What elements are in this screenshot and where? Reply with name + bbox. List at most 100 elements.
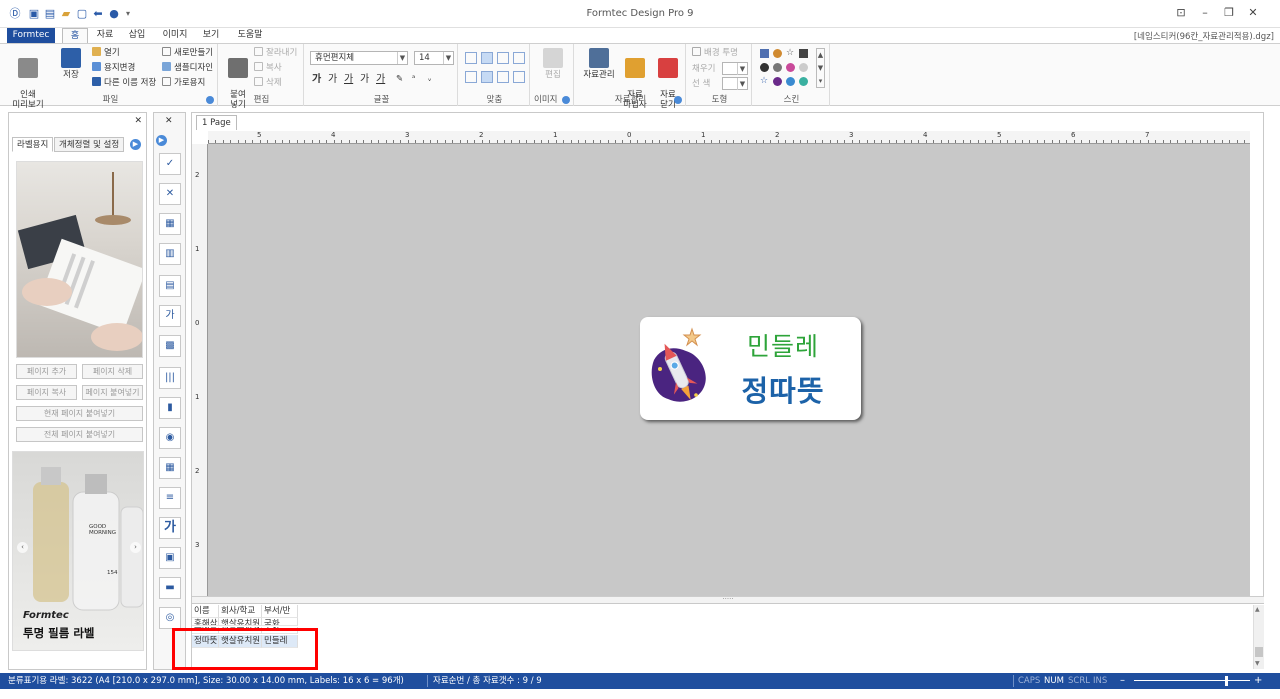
valign-fill-icon[interactable] bbox=[513, 71, 525, 83]
copy-button[interactable]: 복사 bbox=[254, 62, 282, 75]
zoom-slider-thumb[interactable] bbox=[1225, 676, 1228, 686]
vertical-text-tool-icon[interactable]: ▥ bbox=[159, 243, 181, 265]
restore-icon[interactable]: ❐ bbox=[1218, 6, 1240, 22]
tab-formtec[interactable]: Formtec bbox=[7, 28, 55, 43]
font-size-select[interactable]: 14 ▼ bbox=[414, 51, 454, 65]
select-tool-icon[interactable]: ✓ bbox=[159, 153, 181, 175]
image-group-launcher-icon[interactable] bbox=[562, 96, 570, 104]
delete-button[interactable]: 삭제 bbox=[254, 77, 282, 90]
data-manage-button[interactable]: 자료관리 bbox=[580, 48, 618, 80]
carousel-next-icon[interactable]: › bbox=[130, 542, 141, 553]
paste-current-page-button[interactable]: 현재 페이지 붙여넣기 bbox=[16, 406, 143, 421]
valign-middle-icon[interactable] bbox=[481, 71, 493, 83]
scroll-up-icon[interactable]: ▲ bbox=[1255, 606, 1260, 613]
list-tool-icon[interactable]: ≡ bbox=[159, 487, 181, 509]
tab-view[interactable]: 보기 bbox=[198, 28, 224, 43]
underline-button[interactable]: 가 bbox=[344, 73, 353, 86]
valign-bottom-icon[interactable] bbox=[497, 71, 509, 83]
tab-object-arrange[interactable]: 개체정렬 및 설정 bbox=[54, 137, 125, 152]
skin-swatch-10[interactable] bbox=[773, 77, 782, 86]
serial-barcode-tool-icon[interactable]: ▮ bbox=[159, 397, 181, 419]
skin-swatch-12[interactable] bbox=[799, 77, 808, 86]
play-icon[interactable]: ▶ bbox=[130, 139, 141, 150]
sample-design-button[interactable]: 샘플디자인 bbox=[162, 62, 213, 75]
close-icon[interactable]: ✕ bbox=[134, 116, 142, 126]
page-tab[interactable]: 1 Page bbox=[196, 115, 237, 130]
bg-transparent-checkbox[interactable]: 배경 투명 bbox=[692, 47, 738, 60]
scroll-thumb[interactable] bbox=[1255, 647, 1263, 657]
grid-header-school[interactable]: 회사/학교 bbox=[219, 605, 262, 618]
table-tool-icon[interactable]: ▦ bbox=[159, 457, 181, 479]
promo-ad-transparent-label[interactable]: GOOD MORNING 154 ‹ › Formtec 투명 필름 라벨 bbox=[12, 451, 144, 651]
ribbon-display-icon[interactable]: ⊡ bbox=[1170, 6, 1192, 22]
barcode-tool-icon[interactable]: ||| bbox=[159, 367, 181, 389]
play-icon[interactable]: ▶ bbox=[156, 135, 167, 146]
clip-art-tool-icon[interactable]: ◎ bbox=[159, 607, 181, 629]
name-sticker-label[interactable]: 민들레 정따뜻 bbox=[640, 317, 861, 420]
skin-swatch-6[interactable] bbox=[773, 63, 782, 72]
grid-header-name[interactable]: 이름 bbox=[192, 605, 219, 618]
align-justify-icon[interactable] bbox=[513, 52, 525, 64]
bold-button[interactable]: 가 bbox=[312, 73, 321, 86]
table-row[interactable]: 국화 bbox=[262, 618, 298, 626]
table-row[interactable]: 홍해삼 bbox=[192, 618, 219, 626]
font-name-select[interactable]: 휴먼편지체 ▼ bbox=[310, 51, 408, 65]
italic-button[interactable]: 가 bbox=[328, 73, 337, 86]
align-left-icon[interactable] bbox=[465, 52, 477, 64]
text-tool-icon[interactable]: 가 bbox=[159, 517, 181, 539]
open-button[interactable]: 열기 bbox=[92, 47, 120, 60]
tab-insert[interactable]: 삽입 bbox=[124, 28, 150, 43]
align-right-icon[interactable] bbox=[497, 52, 509, 64]
text-box-tool-icon[interactable]: ▦ bbox=[159, 213, 181, 235]
skin-swatch-4[interactable] bbox=[799, 49, 808, 58]
skin-swatch-5[interactable] bbox=[760, 63, 769, 72]
delete-page-button[interactable]: 페이지 삭제 bbox=[82, 364, 143, 379]
design-canvas[interactable]: 민들레 정따뜻 bbox=[208, 144, 1250, 596]
align-center-icon[interactable] bbox=[481, 52, 493, 64]
landscape-button[interactable]: 가로용지 bbox=[162, 77, 205, 90]
multi-text-tool-icon[interactable]: ▤ bbox=[159, 275, 181, 297]
zoom-slider-track[interactable] bbox=[1134, 680, 1250, 681]
change-paper-button[interactable]: 용지변경 bbox=[92, 62, 135, 75]
highlight-icon[interactable]: ✎ bbox=[396, 73, 403, 86]
scroll-down-icon[interactable]: ▼ bbox=[1255, 660, 1260, 667]
grid-vertical-scrollbar[interactable]: ▲ ▼ bbox=[1253, 605, 1264, 669]
close-icon[interactable]: ✕ bbox=[1242, 6, 1264, 22]
label-class-text[interactable]: 민들레 bbox=[708, 327, 858, 363]
save-button[interactable]: 저장 bbox=[56, 48, 86, 80]
star-icon[interactable]: ☆ bbox=[786, 49, 795, 58]
zoom-out-icon[interactable]: – bbox=[1120, 673, 1125, 689]
tab-help[interactable]: 도움말 bbox=[232, 28, 268, 43]
background-tool-icon[interactable]: ▬ bbox=[159, 577, 181, 599]
stamp-tool-icon[interactable]: ◉ bbox=[159, 427, 181, 449]
paste-all-pages-button[interactable]: 전체 페이지 붙여넣기 bbox=[16, 427, 143, 442]
save-as-button[interactable]: 다른 이름 저장 bbox=[92, 77, 156, 90]
font-color-button[interactable]: 가 bbox=[376, 73, 385, 86]
label-name-text[interactable]: 정따뜻 bbox=[708, 368, 858, 410]
tab-data[interactable]: 자료 bbox=[92, 28, 118, 43]
tab-label-paper[interactable]: 라벨용지 bbox=[12, 137, 54, 152]
line-color-select[interactable]: ▼ bbox=[722, 77, 748, 90]
grid-header-class[interactable]: 부서/반 bbox=[262, 605, 298, 618]
splitter-handle[interactable]: ····· bbox=[192, 596, 1264, 603]
shrink-font-icon[interactable]: ᵥ bbox=[428, 73, 432, 86]
copy-page-button[interactable]: 페이지 복사 bbox=[16, 385, 77, 400]
star-outline-icon[interactable]: ☆ bbox=[760, 77, 769, 86]
image-edit-button[interactable]: 편집 bbox=[538, 48, 568, 80]
tab-home[interactable]: 홈 bbox=[62, 28, 88, 43]
data-group-launcher-icon[interactable] bbox=[674, 96, 682, 104]
zoom-in-icon[interactable]: + bbox=[1254, 673, 1262, 689]
fill-color-select[interactable]: ▼ bbox=[722, 62, 748, 75]
cut-button[interactable]: 잘라내기 bbox=[254, 47, 297, 60]
skin-scroll-icon[interactable]: ▲ ▼ ▾ bbox=[816, 48, 825, 88]
grow-font-icon[interactable]: ᵃ bbox=[412, 73, 415, 86]
move-tool-icon[interactable]: ✕ bbox=[159, 183, 181, 205]
qr-code-tool-icon[interactable]: ▩ bbox=[159, 335, 181, 357]
new-button[interactable]: 새로만들기 bbox=[162, 47, 213, 60]
valign-top-icon[interactable] bbox=[465, 71, 477, 83]
paste-page-button[interactable]: 페이지 붙여넣기 bbox=[82, 385, 143, 400]
table-row[interactable]: 햇살유치원 bbox=[219, 618, 262, 626]
minimize-icon[interactable]: – bbox=[1194, 6, 1216, 22]
skin-swatch-1[interactable] bbox=[760, 49, 769, 58]
image-tool-icon[interactable]: ▣ bbox=[159, 547, 181, 569]
